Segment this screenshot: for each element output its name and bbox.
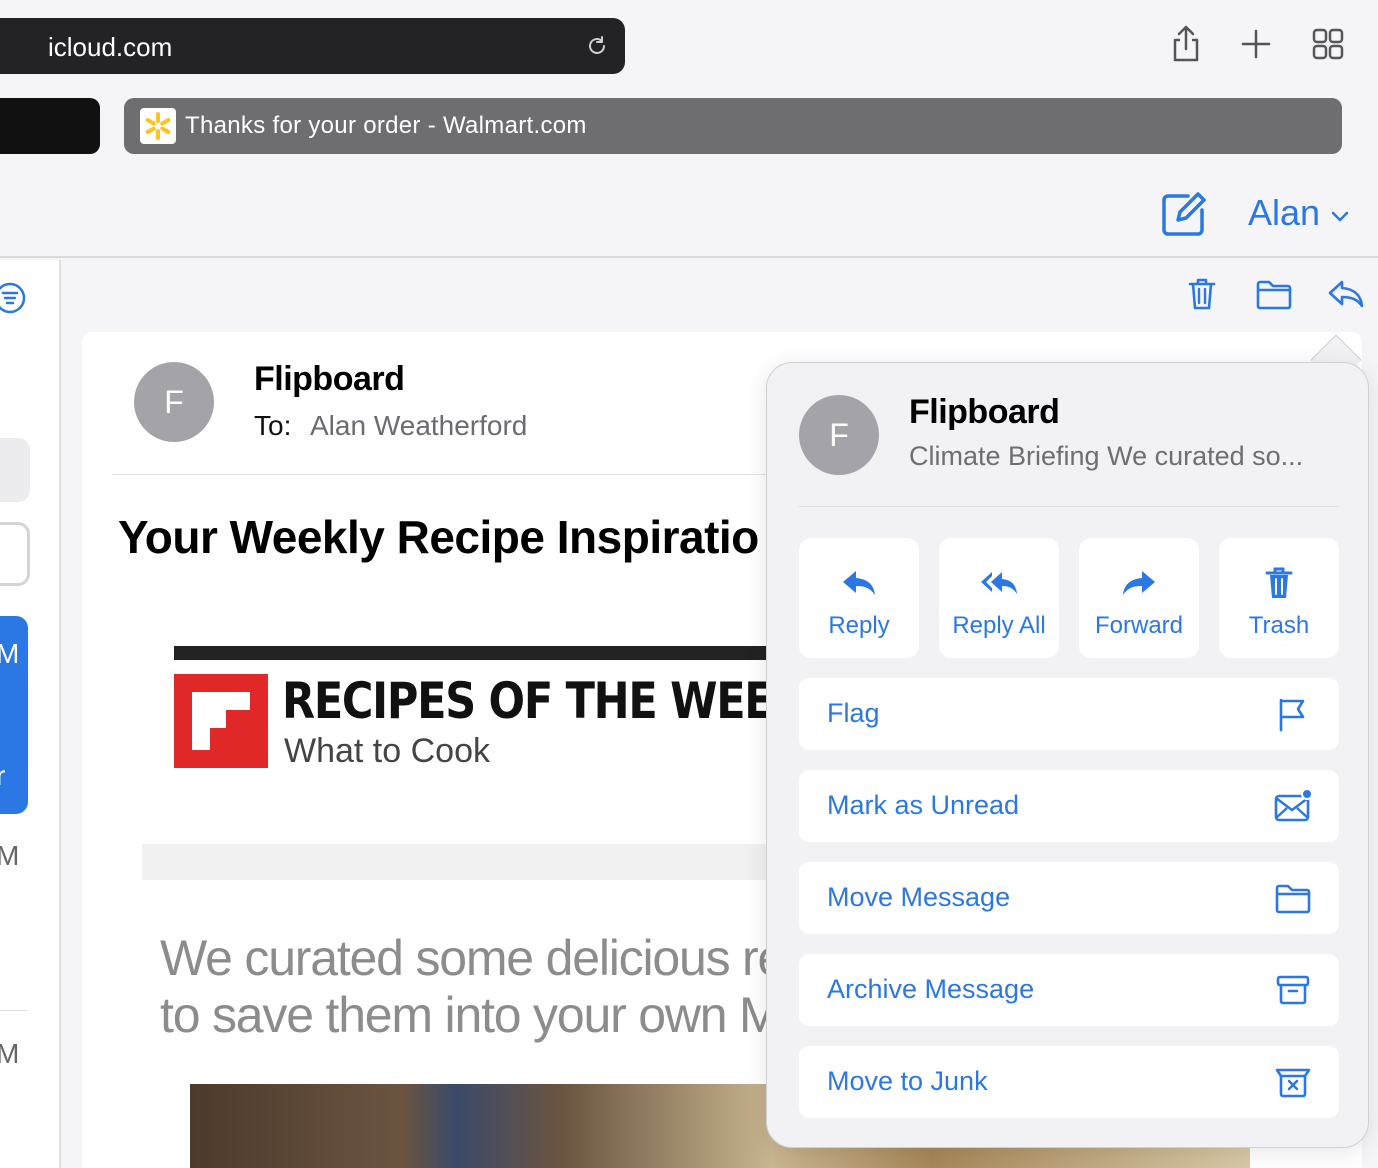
chevron-down-icon[interactable] [1328,204,1352,228]
unread-envelope-icon [1274,788,1313,822]
trash-button[interactable]: Trash [1219,538,1339,658]
flag-icon [1279,698,1305,732]
move-to-junk-label: Move to Junk [827,1066,988,1096]
popover-sender: Flipboard [909,393,1060,431]
message-sender[interactable]: Flipboard [254,360,405,399]
address-bar-url: icloud.com [48,32,173,62]
list-item-time: M [0,840,20,871]
list-item-time: M [0,638,20,669]
reply-icon[interactable] [1326,274,1366,314]
address-bar[interactable]: icloud.com [0,18,625,74]
move-message-label: Move Message [827,882,1011,912]
share-icon[interactable] [1166,24,1206,64]
banner-subtitle: What to Cook [284,732,490,770]
reply-label: Reply [828,612,890,639]
divider [799,506,1339,507]
avatar: F [134,362,214,442]
walmart-spark-icon [140,108,176,144]
tab-inactive[interactable] [0,98,100,154]
avatar: F [799,395,879,475]
tab-active[interactable]: Thanks for your order - Walmart.com [124,98,1342,154]
reply-all-icon [981,572,1017,594]
archive-message-label: Archive Message [827,974,1035,1004]
trash-icon[interactable] [1182,274,1222,314]
compose-icon[interactable] [1158,188,1210,240]
forward-button[interactable]: Forward [1079,538,1199,658]
divider [0,1010,28,1011]
reply-button[interactable]: Reply [799,538,919,658]
folder-icon [1275,884,1311,914]
list-item-text: r [0,760,6,791]
move-to-junk-row[interactable]: Move to Junk [799,1046,1339,1118]
popover-preview: Climate Briefing We curated so... [909,441,1304,471]
new-tab-icon[interactable] [1236,24,1276,64]
message-list-partial: M r M M [0,260,61,1168]
mark-unread-label: Mark as Unread [827,790,1020,820]
flag-row[interactable]: Flag [799,678,1339,750]
list-item-partial[interactable] [0,522,30,586]
trash-label: Trash [1248,612,1310,639]
flag-label: Flag [827,698,880,728]
trash-icon [1265,567,1293,598]
forward-label: Forward [1094,612,1184,639]
folder-icon[interactable] [1254,274,1294,314]
recipient-name[interactable]: Alan Weatherford [310,410,527,442]
reply-icon [843,571,875,595]
mail-header: Alan [0,158,1378,258]
forward-icon [1123,571,1155,595]
reload-icon[interactable] [585,34,609,58]
junk-icon [1275,1068,1311,1098]
account-menu-label[interactable]: Alan [1248,192,1320,234]
to-label: To: [254,410,292,441]
archive-message-row[interactable]: Archive Message [799,954,1339,1026]
reply-all-button[interactable]: Reply All [939,538,1059,658]
list-item-time: M [0,1038,20,1069]
banner-title: RECIPES OF THE WEEK [282,672,806,730]
message-subject: Your Weekly Recipe Inspiratio [118,511,759,563]
browser-toolbar: icloud.com [0,0,1378,92]
search-field-partial[interactable] [0,438,30,502]
list-item-selected[interactable]: M r [0,616,28,814]
reply-all-label: Reply All [952,612,1046,639]
move-message-row[interactable]: Move Message [799,862,1339,934]
message-actions-popover: F Flipboard Climate Briefing We curated … [766,362,1369,1148]
tab-overview-icon[interactable] [1308,24,1348,64]
filter-icon[interactable] [0,280,28,316]
tab-title: Thanks for your order - Walmart.com [185,112,587,139]
mark-unread-row[interactable]: Mark as Unread [799,770,1339,842]
archive-icon [1276,975,1310,1005]
flipboard-logo-icon [174,674,268,768]
